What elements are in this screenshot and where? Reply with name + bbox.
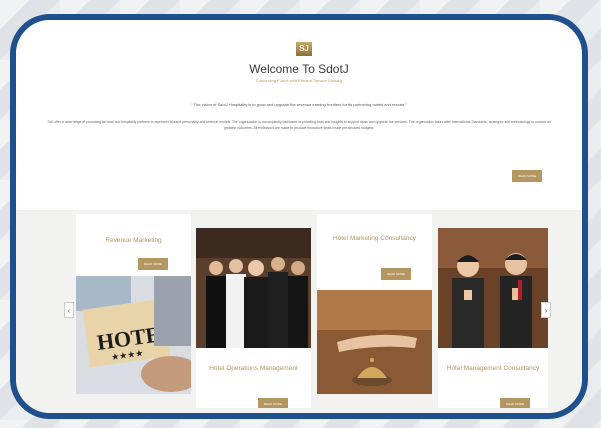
carousel-next-arrow[interactable]: › — [541, 302, 551, 318]
read-more-button[interactable]: READ MORE — [512, 170, 542, 182]
card-read-more-button[interactable]: READ MORE — [381, 268, 411, 280]
card-title: Hotel Operations Management — [209, 365, 298, 372]
service-card-hotel-management[interactable]: Hotel Management Consultancy READ MORE — [438, 228, 548, 408]
reception-bell-photo — [317, 290, 432, 394]
page-subtitle: Connecting Future with Efficient Service… — [255, 78, 343, 83]
service-card-hotel-marketing[interactable]: Hotel Marketing Consultancy READ MORE — [317, 214, 432, 394]
vision-quote: “ The vision of SdotJ Hospitality is to … — [191, 102, 407, 107]
hotel-staff-photo — [196, 228, 311, 348]
hotel-sign-photo: HOTEL ★★★★ — [76, 276, 191, 394]
greeting-staff-photo — [438, 228, 548, 348]
carousel-prev-arrow[interactable]: ‹ — [64, 302, 74, 318]
intro-paragraph: SdJ offer a wide range of promoting its … — [47, 120, 551, 130]
card-title: Hotel Management Consultancy — [446, 365, 540, 372]
card-title: Revenue Marketing — [105, 237, 162, 244]
card-read-more-button[interactable]: READ MORE — [258, 398, 288, 408]
sdotj-logo[interactable]: SJ — [296, 42, 312, 56]
card-read-more-button[interactable]: READ MORE — [138, 258, 168, 270]
page-title: Welcome To SdotJ — [249, 62, 349, 76]
card-title: Hotel Marketing Consultancy — [332, 235, 417, 242]
service-card-hotel-operations[interactable]: Hotel Operations Management READ MORE — [196, 228, 311, 408]
card-read-more-button[interactable]: READ MORE — [500, 398, 530, 408]
service-card-revenue-marketing[interactable]: Revenue Marketing READ MORE HOTEL ★★★★ — [76, 214, 191, 394]
welcome-section: SJ Welcome To SdotJ Connecting Future wi… — [16, 20, 582, 210]
